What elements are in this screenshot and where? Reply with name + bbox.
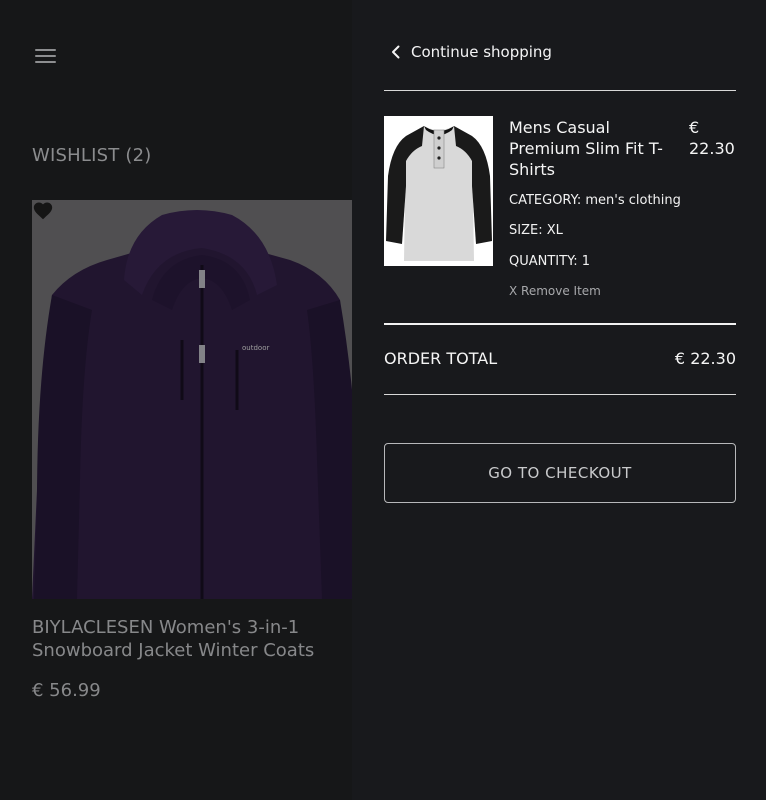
continue-shopping-label: Continue shopping — [411, 43, 552, 61]
wishlist-product-card[interactable]: outdoor BIYLACLESEN Women's 3-in-1 Snowb… — [32, 200, 362, 701]
cart-item-price: € 22.30 — [689, 118, 735, 158]
cart-item-category: CATEGORY: men's clothing — [509, 193, 681, 208]
order-total-label: ORDER TOTAL — [384, 349, 498, 368]
chevron-left-icon — [392, 45, 400, 59]
product-name[interactable]: BIYLACLESEN Women's 3-in-1 Snowboard Jac… — [32, 616, 352, 662]
divider — [384, 323, 736, 325]
product-price: € 56.99 — [32, 680, 101, 701]
cart-item-name[interactable]: Mens Casual Premium Slim Fit T-Shirts — [509, 117, 679, 180]
divider — [384, 394, 736, 395]
hamburger-menu-icon[interactable] — [35, 49, 56, 63]
checkout-button[interactable]: GO TO CHECKOUT — [384, 443, 736, 503]
heart-icon[interactable] — [32, 200, 54, 222]
divider — [384, 90, 736, 91]
tshirt-illustration — [384, 116, 493, 266]
cart-item-image[interactable] — [384, 116, 493, 266]
wishlist-title: WISHLIST (2) — [32, 145, 152, 166]
product-image[interactable]: outdoor — [32, 200, 362, 599]
dim-overlay — [32, 200, 362, 599]
cart-item-quantity: QUANTITY: 1 — [509, 254, 591, 269]
cart-drawer: Continue shopping Mens Casual Premium Sl… — [352, 0, 766, 800]
remove-item-button[interactable]: X Remove Item — [509, 284, 601, 298]
cart-item-size: SIZE: XL — [509, 223, 563, 238]
continue-shopping-button[interactable]: Continue shopping — [390, 43, 552, 61]
order-total-value: € 22.30 — [674, 349, 736, 368]
